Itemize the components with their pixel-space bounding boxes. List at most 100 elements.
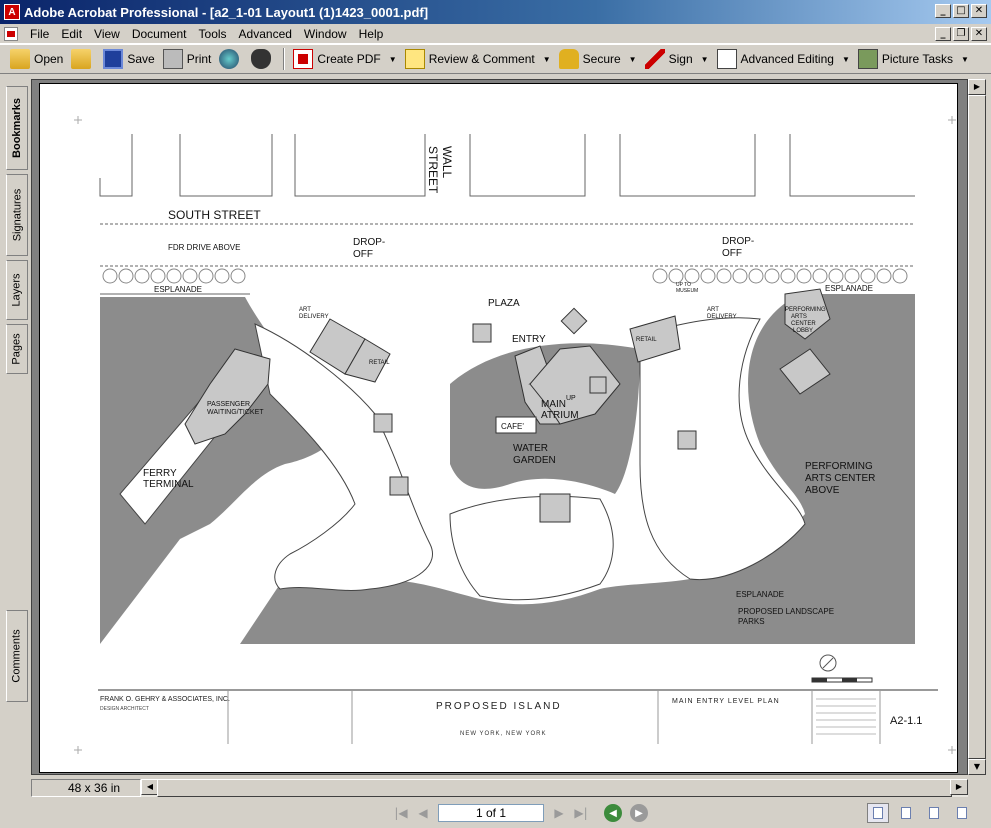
advanced-editing-button[interactable]: Advanced Editing ▼ xyxy=(713,47,854,71)
open-button[interactable]: Open xyxy=(6,47,67,71)
tab-bookmarks[interactable]: Bookmarks xyxy=(6,86,28,170)
pdf-page[interactable]: SOUTH STREET WALL STREET FDR DRIVE ABOVE… xyxy=(39,83,958,773)
create-pdf-button[interactable]: Create PDF ▼ xyxy=(289,47,400,71)
print-button[interactable]: Print xyxy=(159,47,216,71)
secure-button[interactable]: Secure ▼ xyxy=(555,47,641,71)
save-label: Save xyxy=(127,52,155,66)
doc-close-button[interactable]: ✕ xyxy=(971,27,987,41)
maximize-button[interactable]: □ xyxy=(953,4,969,18)
chevron-down-icon[interactable]: ▼ xyxy=(701,55,709,64)
tab-layers[interactable]: Layers xyxy=(6,260,28,320)
picture-tasks-label: Picture Tasks xyxy=(881,52,954,66)
open-label: Open xyxy=(34,52,64,66)
organizer-button[interactable] xyxy=(67,47,99,71)
cursor-icon xyxy=(716,49,737,69)
chevron-down-icon[interactable]: ▼ xyxy=(389,55,397,64)
menu-advanced[interactable]: Advanced xyxy=(233,27,298,41)
acrobat-app-icon[interactable]: A xyxy=(4,4,20,20)
status-bar: |◀ ◀ 1 of 1 ▶ ▶| ◀ ▶ xyxy=(0,798,991,828)
fdr-label: FDR DRIVE ABOVE xyxy=(168,243,240,252)
main-label: MAIN xyxy=(541,399,566,410)
title-bar[interactable]: A Adobe Acrobat Professional - [a2_1-01 … xyxy=(0,0,991,24)
scroll-right-arrow-icon[interactable]: ▶ xyxy=(950,779,968,795)
pac-lobby-b: ARTS xyxy=(791,314,807,320)
scroll-down-arrow-icon[interactable]: ▼ xyxy=(968,759,986,775)
art-delivery-left-a: ART xyxy=(299,307,311,313)
continuous-facing-icon xyxy=(957,807,967,819)
page-number-input[interactable]: 1 of 1 xyxy=(438,804,544,822)
chevron-down-icon[interactable]: ▼ xyxy=(629,55,637,64)
art-delivery-left-b: DELIVERY xyxy=(299,314,329,320)
menu-edit[interactable]: Edit xyxy=(55,27,88,41)
review-comment-icon xyxy=(404,49,425,69)
email-button[interactable] xyxy=(215,47,247,71)
folder-open-icon xyxy=(10,49,30,69)
picture-tasks-button[interactable]: Picture Tasks ▼ xyxy=(854,47,973,71)
vertical-scroll-thumb[interactable] xyxy=(968,95,986,759)
minimize-button[interactable]: _ xyxy=(935,4,951,18)
create-pdf-label: Create PDF xyxy=(317,52,381,66)
go-forward-icon[interactable]: ▶ xyxy=(630,804,648,822)
document-icon[interactable] xyxy=(4,26,18,41)
page-size-display: 48 x 36 in xyxy=(31,779,141,797)
chevron-down-icon[interactable]: ▼ xyxy=(842,55,850,64)
print-label: Print xyxy=(186,52,212,66)
binoculars-icon xyxy=(251,49,272,69)
advanced-editing-label: Advanced Editing xyxy=(740,52,834,66)
north-arrow-icon xyxy=(819,654,837,672)
single-page-layout-button[interactable] xyxy=(867,803,889,823)
next-page-button[interactable]: ▶ xyxy=(548,803,570,823)
secure-label: Secure xyxy=(582,52,621,66)
menu-document[interactable]: Document xyxy=(126,27,193,41)
last-page-button[interactable]: ▶| xyxy=(570,803,592,823)
toolbar: Open Save Print Create PDF ▼ Review & Co… xyxy=(0,44,991,74)
ferry-a: FERRY xyxy=(143,468,177,479)
doc-restore-button[interactable]: ❐ xyxy=(953,27,969,41)
document-pane[interactable]: SOUTH STREET WALL STREET FDR DRIVE ABOVE… xyxy=(31,79,968,775)
south-street-label: SOUTH STREET xyxy=(168,208,261,222)
menu-window[interactable]: Window xyxy=(298,27,353,41)
continuous-page-icon xyxy=(901,807,911,819)
continuous-facing-layout-button[interactable] xyxy=(951,803,973,823)
vertical-scrollbar[interactable]: ▶ ▼ xyxy=(968,79,986,775)
horizontal-scrollbar[interactable]: ◀ ▶ xyxy=(141,779,968,797)
menu-view[interactable]: View xyxy=(88,27,126,41)
save-button[interactable]: Save xyxy=(99,47,158,71)
continuous-layout-button[interactable] xyxy=(895,803,917,823)
horizontal-scroll-thumb[interactable] xyxy=(157,779,952,797)
previous-page-button[interactable]: ◀ xyxy=(412,803,434,823)
go-back-icon[interactable]: ◀ xyxy=(604,804,622,822)
doc-minimize-button[interactable]: _ xyxy=(935,27,951,41)
title-block: FRANK O. GEHRY & ASSOCIATES, INC. DESIGN… xyxy=(98,689,938,744)
pen-icon xyxy=(644,49,665,69)
review-comment-button[interactable]: Review & Comment ▼ xyxy=(401,47,555,71)
entry-label: ENTRY xyxy=(512,334,546,345)
chevron-down-icon[interactable]: ▼ xyxy=(961,55,969,64)
organizer-icon xyxy=(71,49,92,69)
menu-tools[interactable]: Tools xyxy=(193,27,233,41)
tab-pages[interactable]: Pages xyxy=(6,324,28,374)
facing-layout-button[interactable] xyxy=(923,803,945,823)
retail-left-label: RETAIL xyxy=(369,360,390,366)
landscape-b: PARKS xyxy=(738,617,765,626)
chevron-down-icon[interactable]: ▼ xyxy=(543,55,551,64)
menu-bar: File Edit View Document Tools Advanced W… xyxy=(0,24,991,44)
drop-off-1a: DROP- xyxy=(353,237,385,248)
retail-right-label: RETAIL xyxy=(636,337,657,343)
menu-file[interactable]: File xyxy=(24,27,55,41)
scroll-up-arrow-icon[interactable]: ▶ xyxy=(968,79,986,95)
window-title: Adobe Acrobat Professional - [a2_1-01 La… xyxy=(24,4,429,20)
street-label: STREET xyxy=(426,146,440,194)
esplanade-bottom-label: ESPLANADE xyxy=(736,590,784,599)
tab-pages-label: Pages xyxy=(11,333,24,365)
tab-comments[interactable]: Comments xyxy=(6,610,28,702)
first-page-button[interactable]: |◀ xyxy=(390,803,412,823)
search-button[interactable] xyxy=(247,47,279,71)
sign-button[interactable]: Sign ▼ xyxy=(641,47,713,71)
tab-signatures[interactable]: Signatures xyxy=(6,174,28,256)
passenger-a: PASSENGER xyxy=(207,401,250,408)
cafe-label: CAFE' xyxy=(501,422,524,431)
acrobat-window: A Adobe Acrobat Professional - [a2_1-01 … xyxy=(0,0,991,828)
menu-help[interactable]: Help xyxy=(353,27,390,41)
close-button[interactable]: ✕ xyxy=(971,4,987,18)
